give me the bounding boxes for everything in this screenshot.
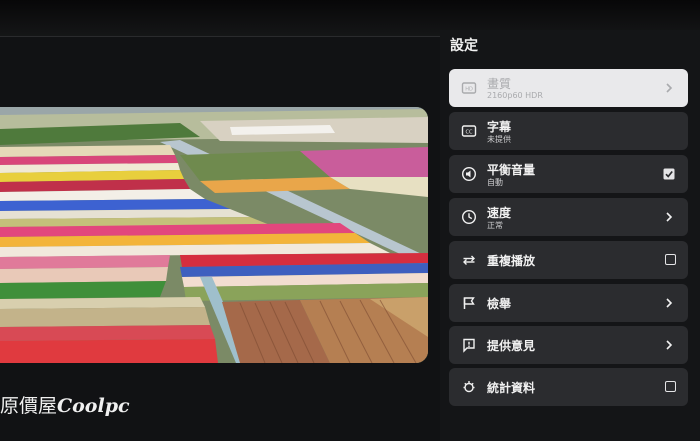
settings-item-label: 統計資料 [487,381,536,395]
settings-item-label: 速度 [487,206,512,220]
volume-icon [461,166,477,182]
settings-item-label: 平衡音量 [487,163,536,177]
settings-item-label: 重複播放 [487,254,536,268]
checkbox[interactable] [665,254,676,265]
settings-item-value: 自動 [487,178,503,187]
repeat-icon [461,252,477,268]
checkbox[interactable] [665,381,676,392]
checkbox-checked[interactable] [662,167,676,181]
settings-item-report[interactable]: 檢舉 [449,284,688,322]
chevron-right-icon [662,81,676,95]
video-thumbnail[interactable] [0,107,428,363]
svg-text:HD: HD [465,87,473,93]
settings-item-speed[interactable]: 速度 正常 [449,198,688,236]
chevron-right-icon [662,210,676,224]
watermark-prefix: 原價屋 [0,395,58,417]
settings-item-label: 檢舉 [487,297,512,311]
settings-item-value: 2160p60 HDR [487,91,543,100]
speed-icon [461,209,477,225]
watermark-logo: 原價屋Coolpc [0,391,130,418]
settings-item-value: 正常 [487,221,503,230]
cc-icon: CC [461,123,477,139]
settings-item-label: 畫質 [487,77,512,91]
settings-item-feedback[interactable]: 提供意見 [449,326,688,364]
settings-item-stats[interactable]: 統計資料 [449,368,688,406]
settings-title: 設定 [450,38,478,54]
hd-icon: HD [461,80,477,96]
watermark-brand: Coolpc [57,395,130,417]
tulip-fields-image [0,107,428,363]
svg-text:CC: CC [466,130,473,136]
stats-icon [461,379,477,395]
chevron-right-icon [662,296,676,310]
chevron-right-icon [662,338,676,352]
settings-item-quality[interactable]: HD 畫質 2160p60 HDR [449,69,688,107]
feedback-icon [461,337,477,353]
settings-item-label: 提供意見 [487,339,536,353]
settings-item-value: 未提供 [487,135,511,144]
flag-icon [461,295,477,311]
settings-item-label: 字幕 [487,120,512,134]
settings-item-stable-volume[interactable]: 平衡音量 自動 [449,155,688,193]
settings-item-loop[interactable]: 重複播放 [449,241,688,279]
settings-item-subtitles[interactable]: CC 字幕 未提供 [449,112,688,150]
